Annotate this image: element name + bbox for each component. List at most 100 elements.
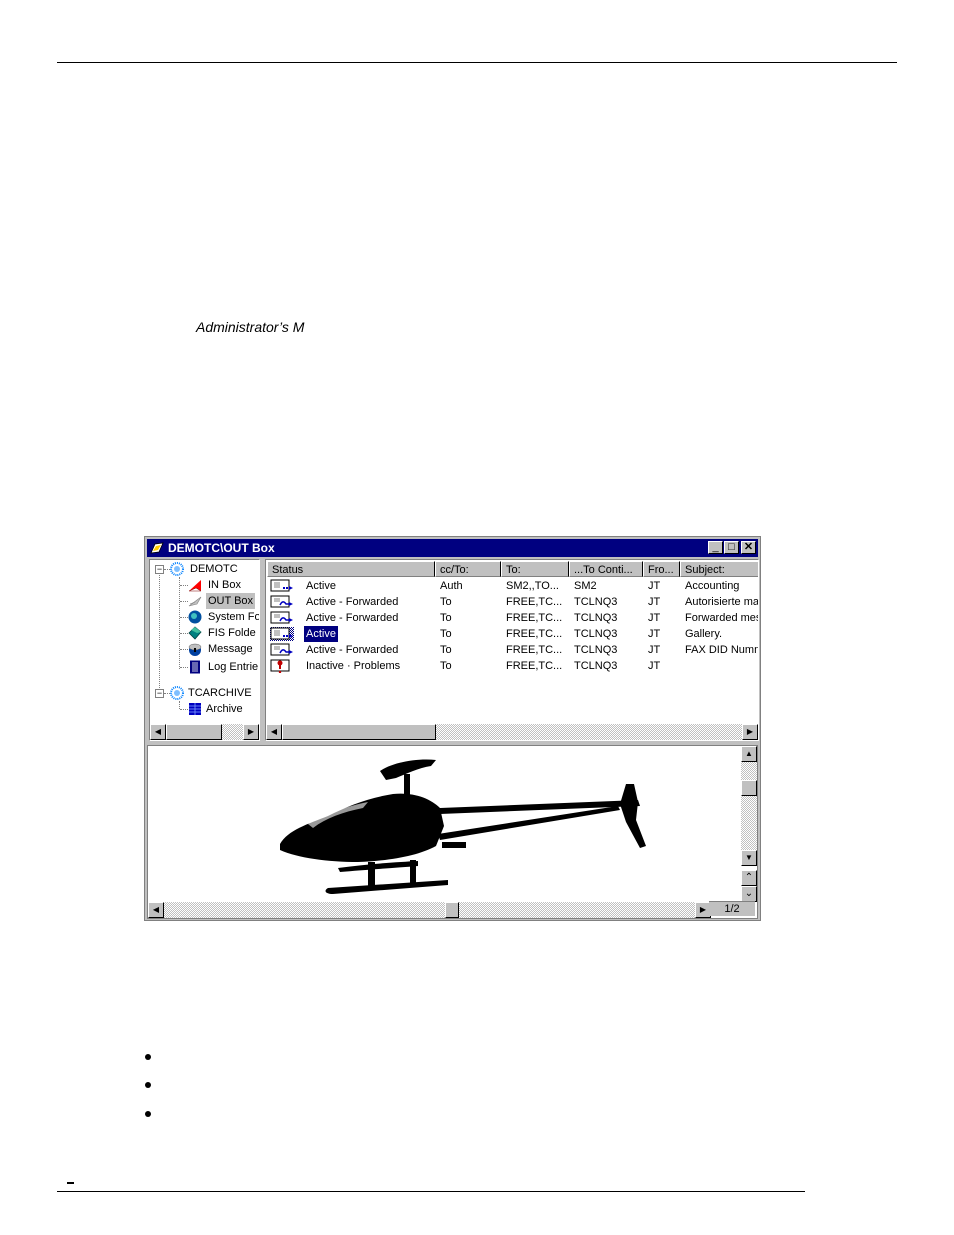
to-continued-cell: TCLNQ3 — [574, 644, 618, 656]
bullet-point — [145, 1054, 151, 1060]
folder-tree: − DEMOTC IN Box OUT Box System Fo FIS Fo… — [149, 559, 260, 741]
close-button[interactable]: ✕ — [741, 541, 756, 554]
previous-page-button[interactable]: ⌃ — [741, 870, 757, 886]
scroll-up-button[interactable]: ▲ — [741, 746, 757, 762]
subject-cell: Gallery. — [685, 628, 723, 640]
cc-to-cell: Auth — [440, 580, 463, 592]
preview-vertical-scrollbar[interactable]: ▲ ▼ — [741, 746, 757, 866]
tree-node-label: FIS Folde — [208, 627, 256, 639]
message-row[interactable]: Active - Forwarded To FREE,TC... TCLNQ3 JT FA… — [266, 642, 758, 658]
status-cell: Active — [306, 580, 336, 592]
tree-connector — [179, 701, 180, 709]
status-cell: Active - Forwarded — [306, 612, 399, 624]
document-heading: Administrator’s M — [196, 319, 305, 335]
to-cell: FREE,TC... — [506, 644, 563, 656]
tree-node-label: IN Box — [208, 579, 242, 591]
header-rule — [57, 62, 897, 63]
tree-connector — [180, 709, 188, 710]
scroll-left-button[interactable]: ◀ — [148, 902, 164, 918]
cc-to-cell: To — [440, 644, 452, 656]
maximize-button[interactable]: □ — [724, 541, 739, 554]
window-title: DEMOTC\OUT Box — [168, 541, 275, 555]
bullet-point — [145, 1111, 151, 1117]
column-header-status[interactable]: Status — [267, 561, 435, 577]
tree-connector — [180, 585, 188, 586]
scroll-left-button[interactable]: ◀ — [150, 724, 166, 740]
message-preview: ▲ ▼ ⌃ ⌄ ◀ ▶ 1/2 — [147, 745, 758, 919]
cc-to-cell: To — [440, 596, 452, 608]
cc-to-cell: To — [440, 660, 452, 672]
scroll-right-button[interactable]: ▶ — [243, 724, 259, 740]
tree-node-label: Message — [208, 643, 253, 655]
message-list: Status cc/To: To: ...To Conti... Fro... … — [265, 559, 759, 741]
minimize-button[interactable]: _ — [708, 541, 723, 554]
message-problem-icon — [270, 659, 290, 673]
tree-connector — [180, 601, 188, 602]
fis-folder-icon — [188, 626, 202, 640]
from-cell: JT — [648, 644, 661, 656]
preview-horizontal-scrollbar[interactable]: ◀ ▶ — [148, 902, 711, 918]
tree-connector — [180, 649, 188, 650]
from-cell: JT — [648, 596, 661, 608]
scroll-thumb[interactable] — [741, 780, 757, 796]
bullet-point — [145, 1082, 151, 1088]
cc-to-cell: To — [440, 612, 452, 624]
footer-rule — [57, 1191, 805, 1192]
inbox-icon — [188, 580, 202, 592]
tree-horizontal-scrollbar[interactable]: ◀ ▶ — [150, 724, 259, 740]
scroll-thumb[interactable] — [282, 724, 436, 740]
scroll-left-button[interactable]: ◀ — [266, 724, 282, 740]
message-active-icon — [270, 627, 294, 641]
outbox-icon — [188, 596, 202, 607]
subject-cell: Accounting — [685, 580, 740, 592]
collapse-toggle[interactable]: − — [155, 565, 164, 574]
message-row[interactable]: Active - Forwarded To FREE,TC... TCLNQ3 JT Fo… — [266, 610, 759, 626]
collapse-toggle[interactable]: − — [155, 689, 164, 698]
subject-cell: Autorisierte mai — [685, 596, 759, 608]
subject-cell: Forwarded mes — [685, 612, 759, 624]
archive-icon — [189, 703, 201, 715]
outbox-window: DEMOTC\OUT Box _ □ ✕ − DEMOTC IN Box OUT… — [144, 536, 761, 921]
scroll-right-button[interactable]: ▶ — [742, 724, 758, 740]
page-indicator: 1/2 — [709, 901, 755, 916]
column-header-to-continued[interactable]: ...To Conti... — [569, 561, 643, 577]
tree-node-label: Archive — [206, 703, 243, 715]
from-cell: JT — [648, 612, 661, 624]
globe-icon — [170, 686, 184, 700]
title-bar[interactable]: DEMOTC\OUT Box _ □ ✕ — [147, 539, 758, 557]
tree-connector — [179, 577, 180, 669]
from-cell: JT — [648, 660, 661, 672]
to-continued-cell: TCLNQ3 — [574, 596, 618, 608]
tree-connector — [180, 617, 188, 618]
log-icon — [190, 660, 200, 674]
message-row[interactable]: Active - Forwarded To FREE,TC... TCLNQ3 JT Au… — [266, 594, 759, 610]
tree-node-label: Log Entrie — [208, 661, 259, 673]
from-cell: JT — [648, 628, 661, 640]
column-header-subject[interactable]: Subject: — [680, 561, 758, 577]
scroll-thumb[interactable] — [166, 724, 222, 740]
scroll-thumb[interactable] — [445, 902, 459, 918]
tree-node-label: OUT Box — [206, 593, 256, 609]
column-header-cc-to[interactable]: cc/To: — [435, 561, 501, 577]
list-horizontal-scrollbar[interactable]: ◀ ▶ — [266, 724, 758, 740]
column-header-from[interactable]: Fro... — [643, 561, 680, 577]
message-icon — [188, 643, 202, 656]
to-continued-cell: TCLNQ3 — [574, 660, 618, 672]
from-cell: JT — [648, 580, 661, 592]
cc-to-cell: To — [440, 628, 452, 640]
to-continued-cell: SM2 — [574, 580, 597, 592]
message-row[interactable]: Inactive · Problems To FREE,TC... TCLNQ3 JT — [266, 658, 758, 674]
app-icon — [150, 542, 164, 554]
to-cell: FREE,TC... — [506, 612, 563, 624]
message-row[interactable]: Active Auth SM2,,TO... SM2 JT Accounting — [266, 578, 758, 594]
tree-connector — [180, 633, 188, 634]
scroll-down-button[interactable]: ▼ — [741, 850, 757, 866]
column-header-to[interactable]: To: — [501, 561, 569, 577]
tree-connector — [159, 572, 160, 696]
message-forwarded-icon — [270, 595, 293, 608]
tree-node-label: DEMOTC — [190, 563, 238, 575]
to-cell: SM2,,TO... — [506, 580, 559, 592]
next-page-button[interactable]: ⌄ — [741, 886, 757, 902]
message-row[interactable]: Active To FREE,TC... TCLNQ3 JT Gallery. — [266, 626, 758, 642]
tree-node-label: System Fo — [208, 611, 260, 623]
